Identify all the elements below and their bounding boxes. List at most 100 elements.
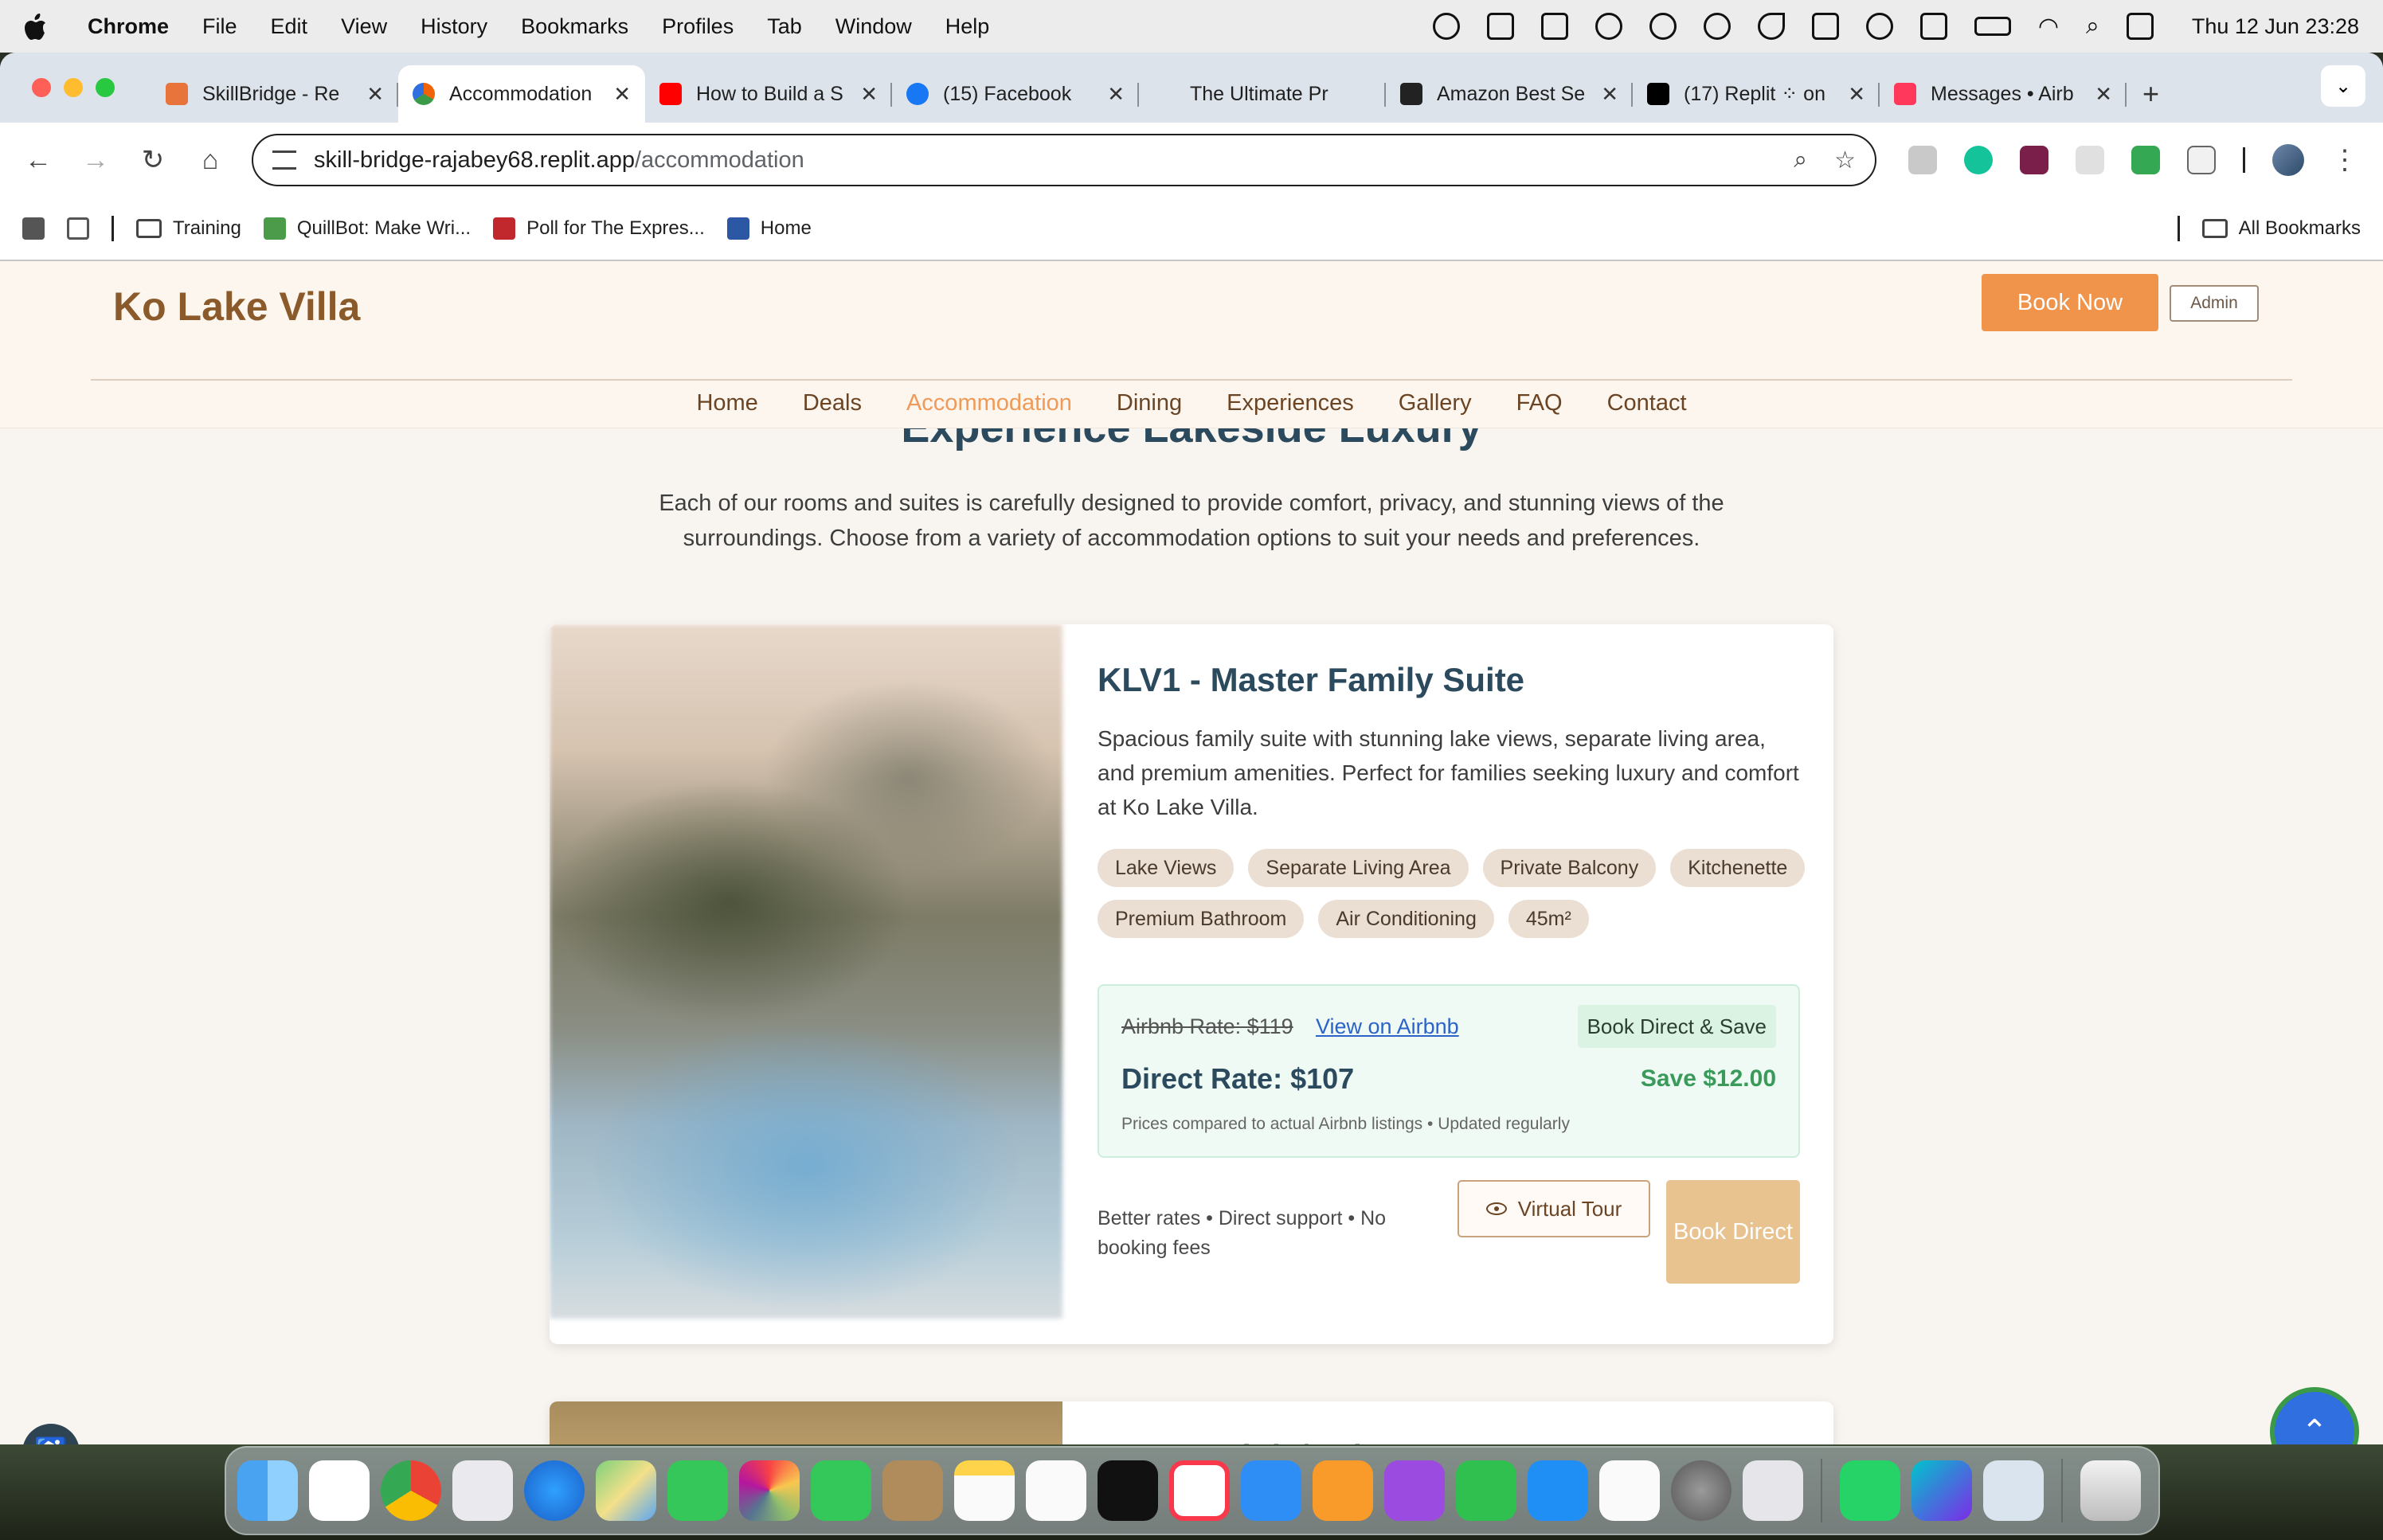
finder-icon[interactable] [237, 1460, 298, 1521]
chrome-icon[interactable] [381, 1460, 441, 1521]
virtual-tour-button[interactable]: Virtual Tour [1458, 1180, 1650, 1237]
home-button[interactable]: ⌂ [194, 145, 226, 176]
launchpad-icon[interactable] [452, 1460, 513, 1521]
bookmark-square-icon[interactable] [22, 217, 45, 240]
t-extension-icon[interactable] [2020, 146, 2048, 174]
numbers-icon[interactable] [1456, 1460, 1516, 1521]
bot-status-icon[interactable] [1595, 13, 1622, 40]
tab-x[interactable]: (17) Replit ⁘ on ✕ [1633, 65, 1880, 123]
notes-icon[interactable] [954, 1460, 1015, 1521]
play-status-icon[interactable] [1865, 13, 1893, 40]
podcasts-icon[interactable] [1384, 1460, 1445, 1521]
book-direct-button[interactable]: Book Direct [1666, 1180, 1800, 1284]
keyboard-status-icon[interactable] [1811, 13, 1839, 40]
address-bar[interactable]: skill-bridge-rajabey68.replit.app /accom… [252, 134, 1876, 186]
bookmark-poll[interactable]: Poll for The Expres... [493, 217, 705, 240]
menubar-clock[interactable]: Thu 12 Jun 23:28 [2192, 14, 2359, 39]
zoom-window-button[interactable] [96, 78, 115, 97]
chatgpt-icon[interactable] [309, 1460, 370, 1521]
menu-edit[interactable]: Edit [271, 14, 308, 39]
reload-button[interactable]: ↻ [137, 144, 169, 176]
close-tab-icon[interactable]: ✕ [1107, 82, 1125, 107]
menu-tab[interactable]: Tab [767, 14, 802, 39]
canva-icon[interactable] [1911, 1460, 1972, 1521]
keynote-icon[interactable] [1241, 1460, 1301, 1521]
nav-contact[interactable]: Contact [1607, 390, 1687, 416]
view-on-airbnb-link[interactable]: View on Airbnb [1316, 1014, 1459, 1039]
menu-window[interactable]: Window [835, 14, 912, 39]
forward-button[interactable]: → [80, 145, 112, 176]
back-button[interactable]: ← [22, 145, 54, 176]
pages-icon[interactable] [1313, 1460, 1373, 1521]
trash-icon[interactable] [2080, 1460, 2141, 1521]
tab-facebook[interactable]: (15) Facebook ✕ [892, 65, 1139, 123]
bookmark-star-icon[interactable]: ☆ [1834, 147, 1856, 174]
nav-dining[interactable]: Dining [1117, 390, 1182, 416]
admin-button[interactable]: Admin [2170, 285, 2259, 322]
accessibility-button[interactable]: ♿ [22, 1424, 80, 1444]
messages-icon[interactable] [667, 1460, 728, 1521]
system-settings-icon[interactable] [1671, 1460, 1731, 1521]
apple-tv-icon[interactable] [1098, 1460, 1158, 1521]
minimize-window-button[interactable] [64, 78, 83, 97]
photos-icon[interactable] [739, 1460, 800, 1521]
nav-accommodation[interactable]: Accommodation [906, 390, 1072, 416]
menu-history[interactable]: History [421, 14, 487, 39]
contacts-icon[interactable] [882, 1460, 943, 1521]
bookmark-training[interactable]: Training [136, 217, 241, 240]
menu-app-name[interactable]: Chrome [88, 14, 169, 39]
translate-extension-icon[interactable] [2076, 146, 2104, 174]
puzzle-extensions-icon[interactable] [2187, 146, 2216, 174]
display-status-icon[interactable] [1919, 13, 1947, 40]
sheets-extension-icon[interactable] [2131, 146, 2160, 174]
whatsapp-icon[interactable] [1840, 1460, 1900, 1521]
safari-icon[interactable] [524, 1460, 585, 1521]
close-tab-icon[interactable]: ✕ [860, 82, 878, 107]
checkmark-status-icon[interactable] [1432, 13, 1460, 40]
book-now-button[interactable]: Book Now [1982, 274, 2158, 331]
nav-home[interactable]: Home [696, 390, 757, 416]
apple-menu-icon[interactable] [24, 13, 48, 40]
maps-icon[interactable] [596, 1460, 656, 1521]
grammarly-extension-icon[interactable] [1964, 146, 1993, 174]
tab-ultimate[interactable]: The Ultimate Pr [1139, 65, 1386, 123]
app-store-icon[interactable] [1528, 1460, 1588, 1521]
wifi-icon[interactable]: ◠ [2038, 13, 2059, 41]
tab-amazon[interactable]: Amazon Best Se ✕ [1386, 65, 1633, 123]
close-tab-icon[interactable]: ✕ [366, 82, 384, 107]
tab-youtube[interactable]: How to Build a S ✕ [645, 65, 892, 123]
bookmark-home[interactable]: Home [726, 217, 812, 240]
grammarly-status-icon[interactable] [1649, 13, 1677, 40]
news-icon[interactable] [1169, 1460, 1230, 1521]
menu-help[interactable]: Help [945, 14, 990, 39]
menu-view[interactable]: View [341, 14, 387, 39]
zoom-icon[interactable]: ⌕ [1794, 147, 1807, 174]
dropbox-status-icon[interactable] [1540, 13, 1568, 40]
nav-deals[interactable]: Deals [803, 390, 862, 416]
more-menu-icon[interactable]: ⋮ [2331, 144, 2358, 176]
site-logo[interactable]: Ko Lake Villa [113, 283, 360, 330]
apps-grid-icon[interactable] [67, 217, 89, 240]
reminders-icon[interactable] [1026, 1460, 1086, 1521]
tab-search-button[interactable]: ⌄ [2321, 65, 2365, 107]
preview-icon[interactable] [1983, 1460, 2044, 1521]
site-info-icon[interactable] [272, 150, 296, 170]
battery-icon[interactable] [1974, 17, 2011, 36]
chatgpt-status-icon[interactable] [1703, 13, 1731, 40]
moon-icon[interactable] [1757, 13, 1785, 40]
tab-skillbridge[interactable]: SkillBridge - Re ✕ [151, 65, 398, 123]
extension-gray-icon[interactable] [1908, 146, 1937, 174]
nav-faq[interactable]: FAQ [1516, 390, 1563, 416]
spotlight-search-icon[interactable]: ⌕ [2086, 13, 2099, 40]
all-bookmarks-button[interactable]: All Bookmarks [2201, 217, 2361, 240]
freeform-icon[interactable] [1599, 1460, 1660, 1521]
menu-bookmarks[interactable]: Bookmarks [521, 14, 628, 39]
menu-file[interactable]: File [202, 14, 237, 39]
facetime-icon[interactable] [811, 1460, 871, 1521]
nav-experiences[interactable]: Experiences [1227, 390, 1354, 416]
close-tab-icon[interactable]: ✕ [1848, 82, 1865, 107]
iphone-mirroring-icon[interactable] [1743, 1460, 1803, 1521]
tab-airbnb[interactable]: Messages • Airb ✕ [1880, 65, 2127, 123]
profile-avatar[interactable] [2272, 144, 2304, 176]
tab-accommodation[interactable]: Accommodation ✕ [398, 65, 645, 123]
